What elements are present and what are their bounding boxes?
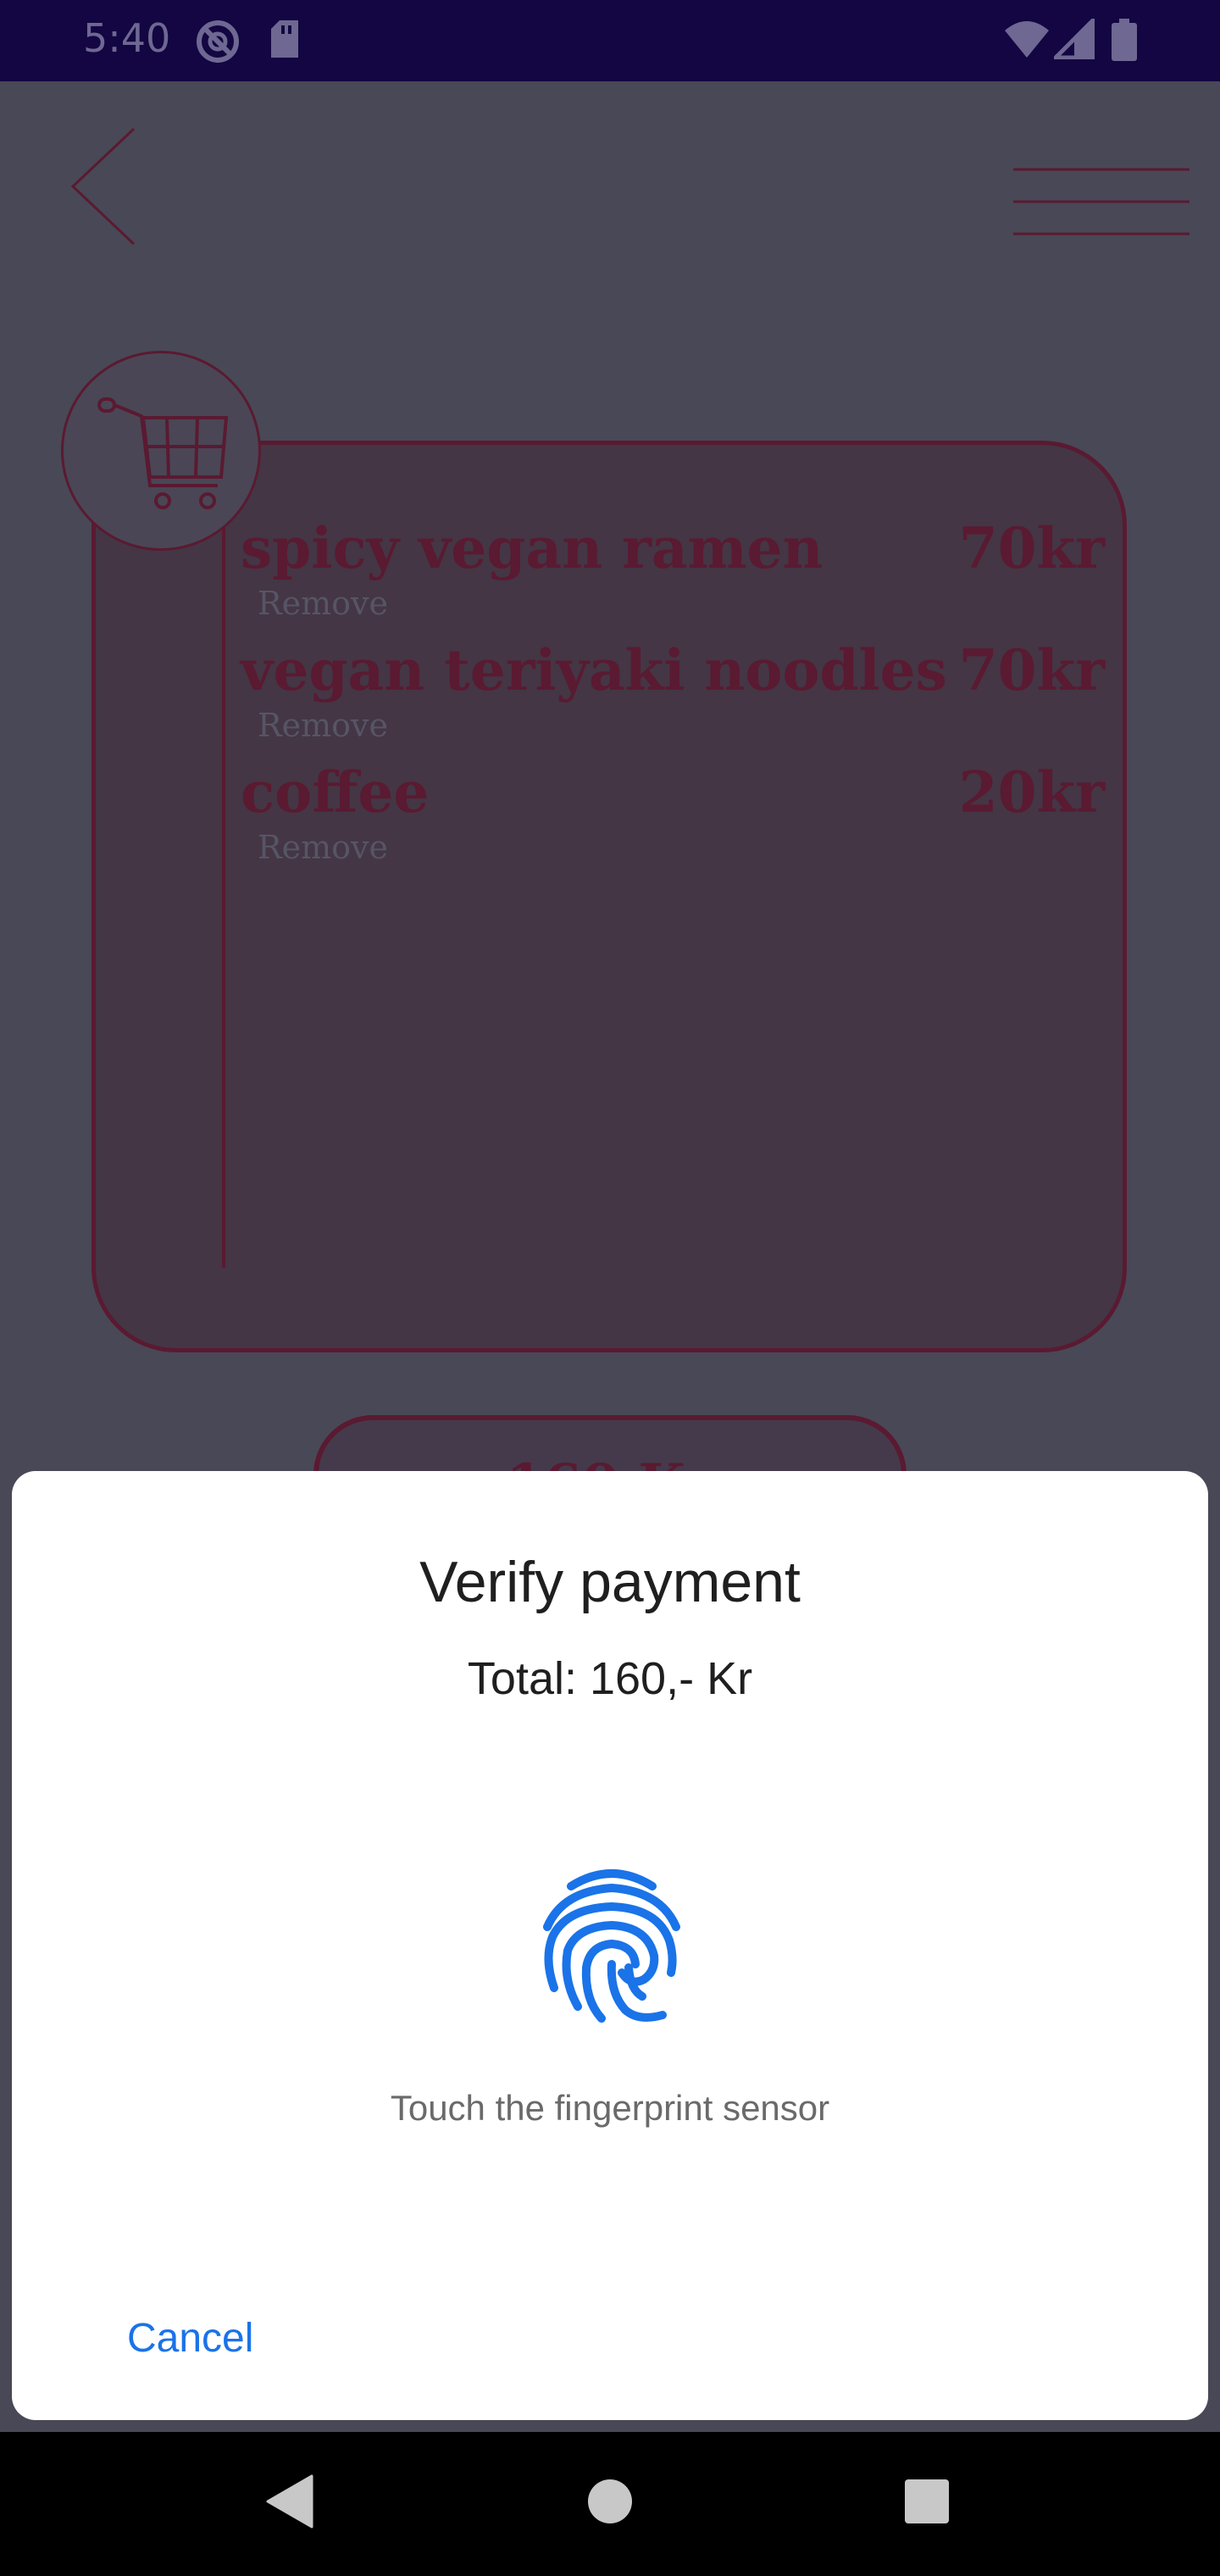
back-triangle-icon[interactable] — [266, 2474, 313, 2533]
status-bar: 5:40 — [0, 0, 1220, 81]
item-name: vegan teriyaki noodles — [241, 637, 947, 703]
cart-item: coffee 20kr Remove — [241, 759, 1105, 869]
back-chevron-icon[interactable] — [69, 127, 137, 250]
dialog-hint: Touch the fingerprint sensor — [390, 2088, 830, 2128]
remove-button[interactable]: Remove — [258, 707, 388, 744]
dialog-subtitle: Total: 160,- Kr — [467, 1653, 753, 1704]
item-name: coffee — [241, 759, 430, 825]
cart-item: spicy vegan ramen 70kr Remove — [241, 515, 1105, 625]
remove-button[interactable]: Remove — [258, 585, 388, 622]
verify-payment-dialog: Verify payment Total: 160,- Kr Touch the… — [12, 1471, 1208, 2420]
at-sign-icon — [195, 19, 241, 69]
remove-button[interactable]: Remove — [258, 829, 388, 866]
signal-icon — [1050, 14, 1095, 64]
item-price: 20kr — [958, 759, 1105, 825]
status-time: 5:40 — [83, 15, 171, 61]
item-price: 70kr — [958, 637, 1105, 703]
cart-divider — [222, 517, 225, 1268]
item-name: spicy vegan ramen — [241, 515, 824, 581]
battery-icon — [1112, 19, 1137, 65]
cart-badge — [61, 351, 261, 551]
dialog-title: Verify payment — [419, 1550, 801, 1614]
navigation-bar — [0, 2432, 1220, 2576]
cancel-button[interactable]: Cancel — [114, 2307, 267, 2370]
shopping-cart-icon — [82, 384, 243, 515]
fingerprint-icon — [529, 1861, 695, 2031]
home-circle-icon[interactable] — [586, 2474, 634, 2533]
hamburger-menu-icon[interactable] — [1013, 168, 1190, 240]
cart-item: vegan teriyaki noodles 70kr Remove — [241, 637, 1105, 747]
wifi-icon — [1003, 19, 1051, 64]
item-price: 70kr — [958, 515, 1105, 581]
sd-card-icon — [269, 19, 300, 64]
recents-square-icon[interactable] — [903, 2474, 951, 2533]
